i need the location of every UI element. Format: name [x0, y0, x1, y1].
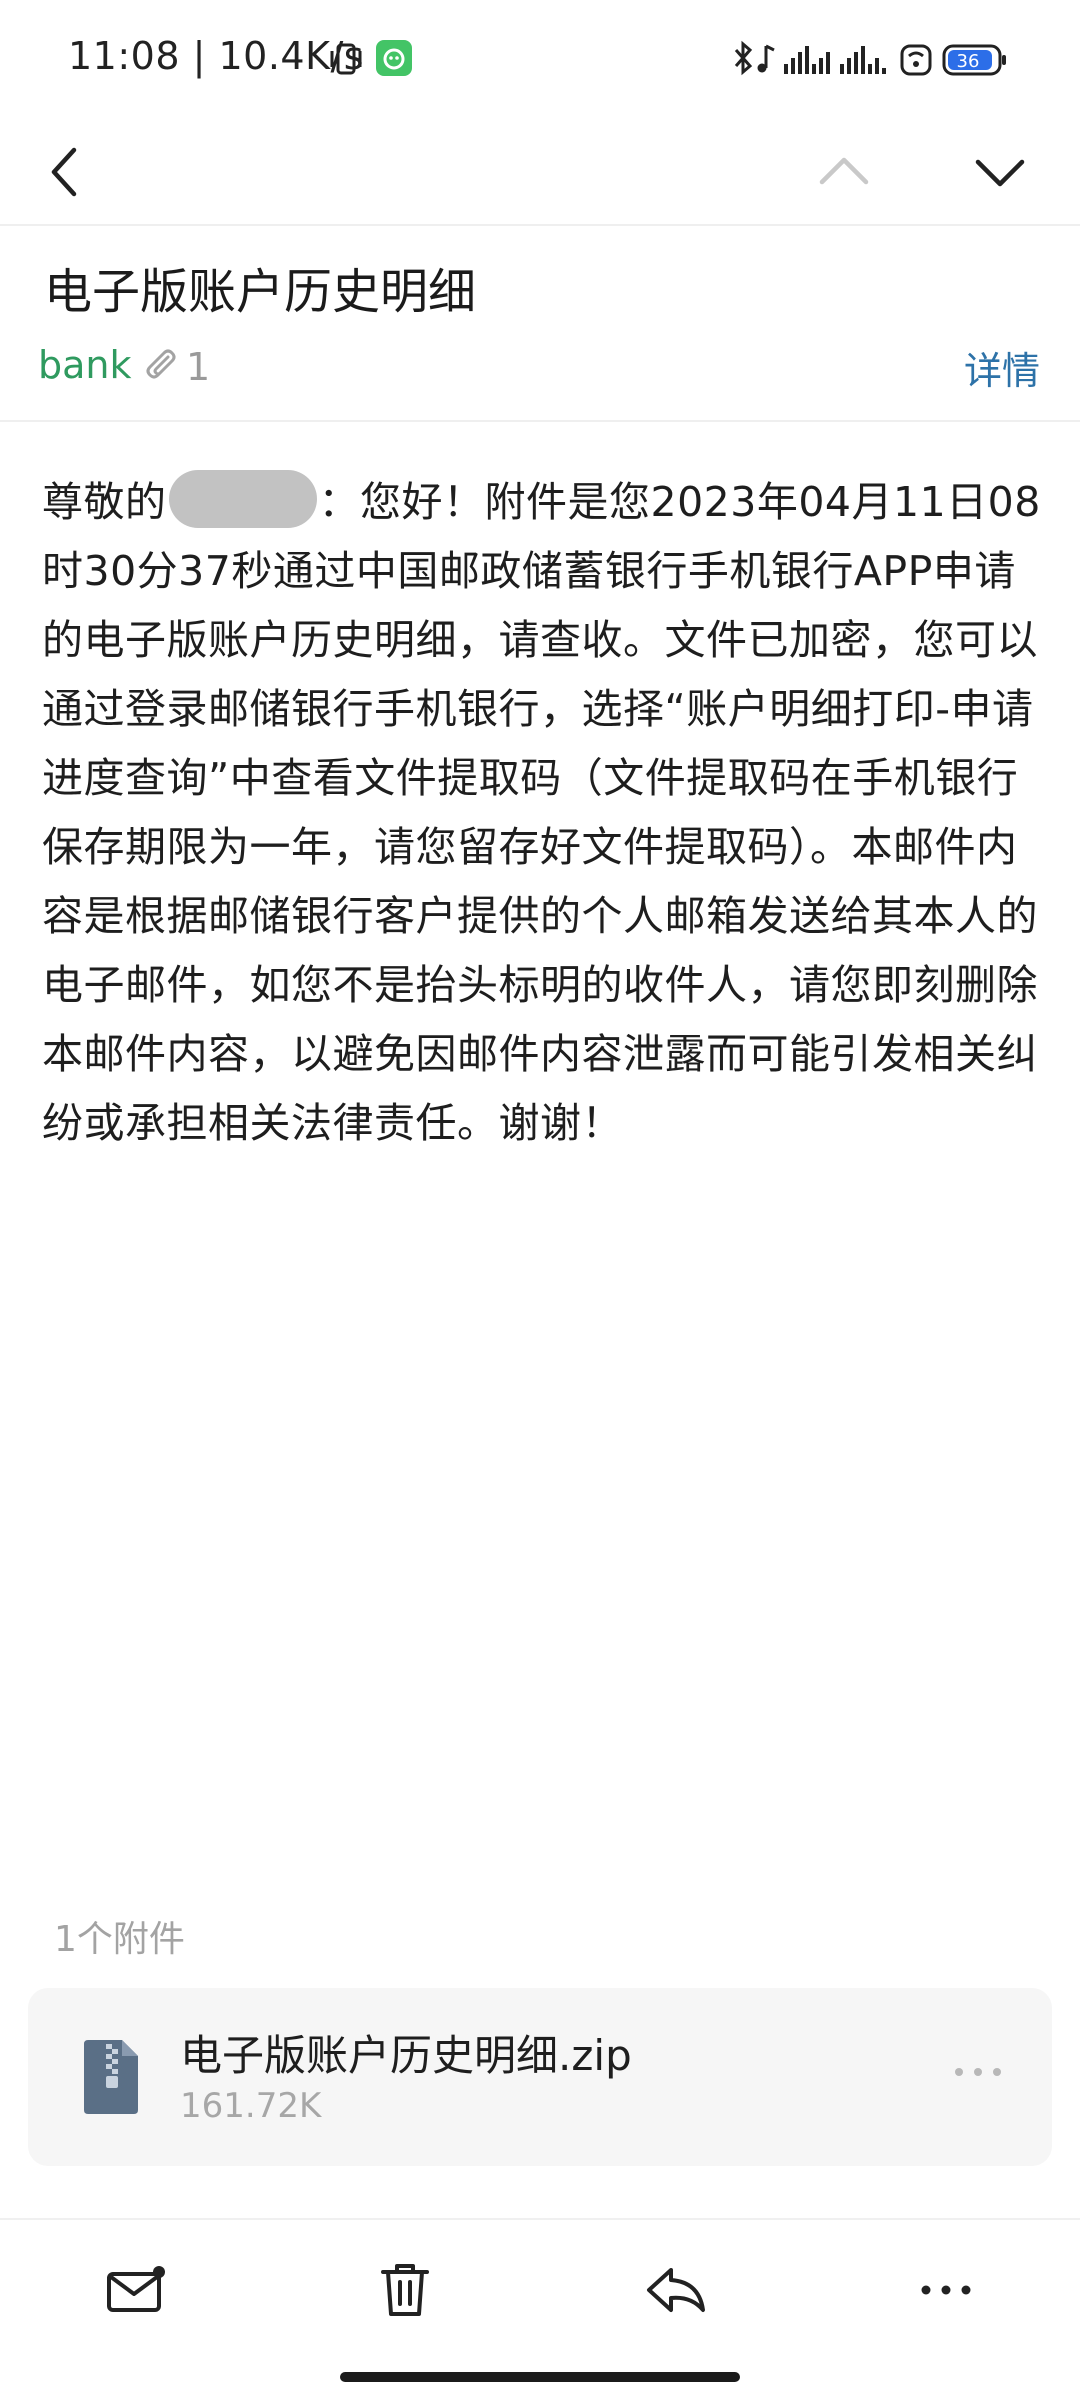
details-link[interactable]: 详情	[964, 340, 1040, 395]
status-icons: 36	[734, 40, 1006, 76]
chevron-down-icon	[975, 159, 1025, 187]
trash-icon	[381, 2264, 429, 2316]
delete-button[interactable]	[365, 2250, 445, 2330]
header-divider	[0, 420, 1080, 422]
next-email-button[interactable]	[962, 134, 1038, 210]
email-subject: 电子版账户历史明细	[44, 264, 477, 320]
attachment-indicator[interactable]: 1	[142, 345, 210, 389]
previous-email-button[interactable]	[806, 134, 882, 210]
attachment-name: 电子版账户历史明细.zip	[180, 2031, 632, 2080]
status-bar: 11:08 | 10.4K/s 36	[0, 0, 1080, 120]
reply-icon	[647, 2268, 705, 2312]
zip-file-icon	[84, 2040, 138, 2114]
redacted-name	[168, 470, 317, 528]
chevron-left-icon	[51, 147, 77, 197]
body-greeting: 尊敬的	[42, 478, 167, 526]
music-note-icon	[757, 44, 775, 73]
reply-button[interactable]	[636, 2250, 716, 2330]
mark-unread-button[interactable]	[96, 2250, 176, 2330]
email-toolbar	[0, 120, 1080, 226]
email-body: 尊敬的 ：您好！附件是您2023年04月11日08时30分37秒通过中国邮政储蓄银…	[42, 468, 1042, 1158]
email-sender[interactable]: bank	[38, 343, 132, 387]
more-horizontal-icon	[955, 2068, 1001, 2076]
mail-unread-icon	[107, 2266, 165, 2312]
body-text: ：您好！附件是您2023年04月11日08时30分37秒通过中国邮政储蓄银行手机…	[42, 478, 1041, 1147]
paperclip-icon	[146, 349, 176, 379]
wifi-icon	[900, 44, 932, 76]
signal-icon-2	[840, 46, 886, 74]
attachment-count-label: 1个附件	[54, 1919, 185, 1960]
chevron-up-icon	[819, 157, 869, 185]
more-horizontal-icon	[921, 2285, 971, 2295]
more-actions-button[interactable]	[906, 2250, 986, 2330]
home-indicator[interactable]	[340, 2372, 740, 2382]
back-button[interactable]	[26, 134, 102, 210]
battery-icon: 36	[942, 44, 1006, 76]
attachment-card[interactable]: 电子版账户历史明细.zip 161.72K	[28, 1988, 1052, 2166]
bluetooth-icon	[734, 40, 753, 76]
app-notification-icon	[376, 40, 412, 76]
attachment-count: 1	[186, 345, 211, 389]
attachment-size: 161.72K	[180, 2086, 322, 2126]
vibrate-icon	[330, 43, 362, 75]
battery-level: 36	[957, 51, 980, 72]
bottom-action-bar	[0, 2218, 1080, 2360]
status-time: 11:08 | 10.4K/s	[68, 34, 365, 78]
attachment-more-button[interactable]	[948, 2052, 1008, 2092]
signal-icon	[784, 46, 830, 74]
